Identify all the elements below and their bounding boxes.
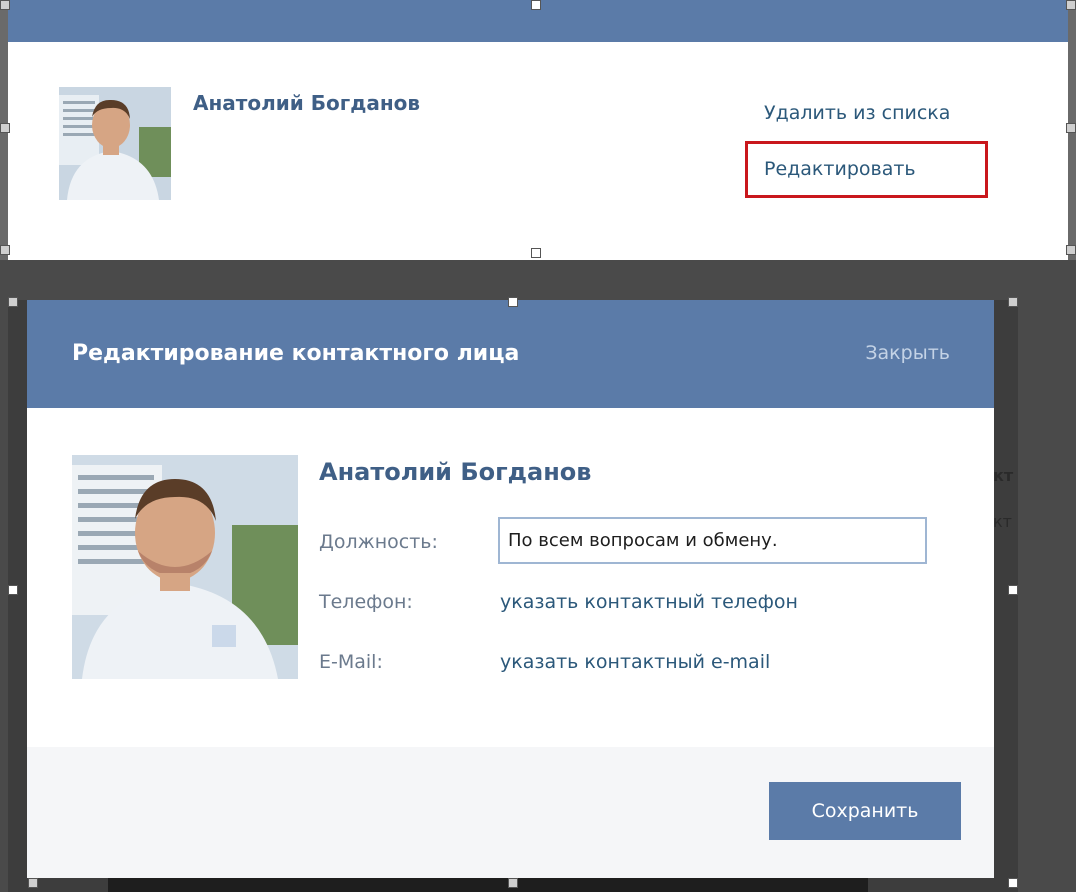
resize-handle[interactable] — [1008, 878, 1018, 888]
resize-handle[interactable] — [0, 123, 10, 133]
add-phone-link[interactable]: указать контактный телефон — [500, 591, 798, 613]
email-label: E-Mail: — [319, 651, 383, 673]
edit-contact-dialog: Редактирование контактного лица Закрыть … — [27, 300, 994, 878]
contact-photo — [72, 455, 298, 679]
contact-panel: Анатолий Богданов Удалить из списка Реда… — [8, 0, 1068, 260]
resize-handle[interactable] — [1008, 297, 1018, 307]
dialog-contact-name: Анатолий Богданов — [319, 458, 592, 486]
remove-from-list-link[interactable]: Удалить из списка — [764, 102, 950, 124]
resize-handle[interactable] — [28, 878, 38, 888]
background-fragment: кт — [993, 512, 1012, 531]
resize-handle[interactable] — [1066, 245, 1076, 255]
position-label: Должность: — [319, 531, 438, 553]
edit-highlight-frame — [745, 141, 988, 198]
resize-handle[interactable] — [1066, 0, 1076, 10]
add-email-link[interactable]: указать контактный e-mail — [500, 651, 770, 673]
background-fragment: кт — [993, 466, 1014, 485]
resize-handle[interactable] — [8, 585, 18, 595]
resize-handle[interactable] — [1066, 123, 1076, 133]
resize-handle[interactable] — [0, 0, 10, 10]
resize-handle[interactable] — [0, 245, 10, 255]
contact-avatar — [59, 87, 171, 200]
phone-label: Телефон: — [319, 591, 413, 613]
resize-handle[interactable] — [8, 297, 18, 307]
resize-handle[interactable] — [508, 297, 518, 307]
dialog-title: Редактирование контактного лица — [72, 341, 520, 366]
close-button[interactable]: Закрыть — [865, 342, 950, 364]
save-button[interactable]: Сохранить — [769, 782, 961, 840]
background-image-strip — [108, 876, 868, 892]
resize-handle[interactable] — [531, 0, 541, 10]
resize-handle[interactable] — [531, 248, 541, 258]
position-input[interactable] — [498, 517, 927, 564]
resize-handle[interactable] — [508, 878, 518, 888]
resize-handle[interactable] — [1008, 585, 1018, 595]
contact-name[interactable]: Анатолий Богданов — [193, 91, 420, 115]
